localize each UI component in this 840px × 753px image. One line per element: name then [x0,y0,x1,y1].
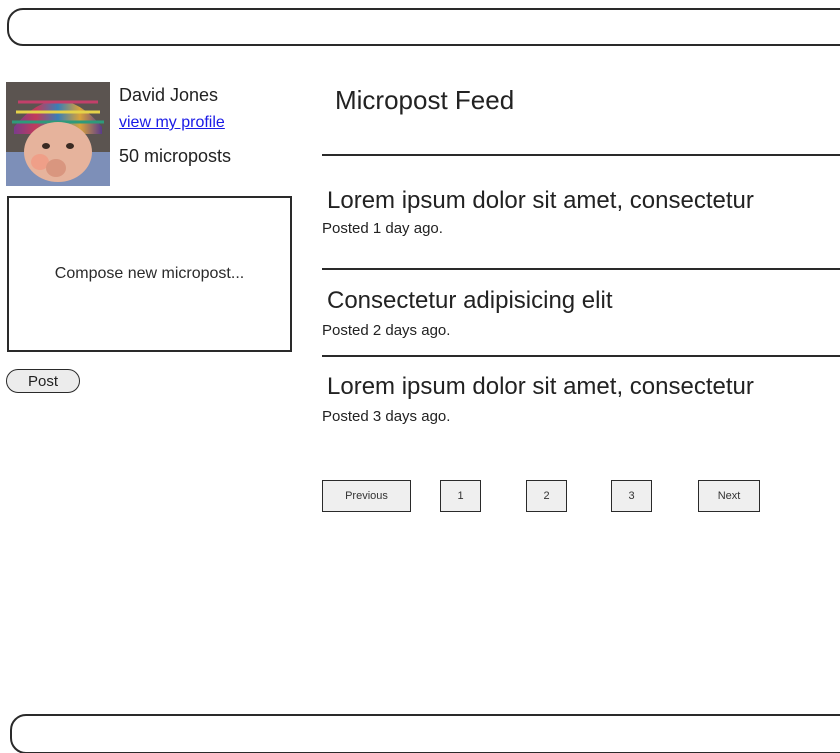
post-timestamp: Posted 3 days ago. [322,408,451,425]
post-button[interactable]: Post [6,369,80,393]
post-divider [322,355,840,357]
post-timestamp: Posted 2 days ago. [322,322,451,339]
next-page-button[interactable]: Next [698,480,760,512]
feed-title: Micropost Feed [335,85,515,115]
footer-bar [10,714,840,753]
page: David Jones view my profile 50 micropost… [0,0,840,753]
compose-micropost-field[interactable]: Compose new micropost... [7,196,292,352]
micropost-count: 50 microposts [119,146,232,166]
post-content: Consectetur adipisicing elit [327,287,613,314]
post-content: Lorem ipsum dolor sit amet, consectetur [327,373,754,400]
page-1-button[interactable]: 1 [440,480,481,512]
previous-page-button[interactable]: Previous [322,480,411,512]
view-profile-link[interactable]: view my profile [119,113,225,133]
post-content: Lorem ipsum dolor sit amet, consectetur [327,187,754,214]
avatar[interactable] [6,82,110,186]
user-name: David Jones [119,85,219,105]
header-bar [7,8,840,46]
post-timestamp: Posted 1 day ago. [322,220,443,237]
page-3-button[interactable]: 3 [611,480,652,512]
feed-divider [322,154,840,156]
post-divider [322,268,840,270]
page-2-button[interactable]: 2 [526,480,567,512]
